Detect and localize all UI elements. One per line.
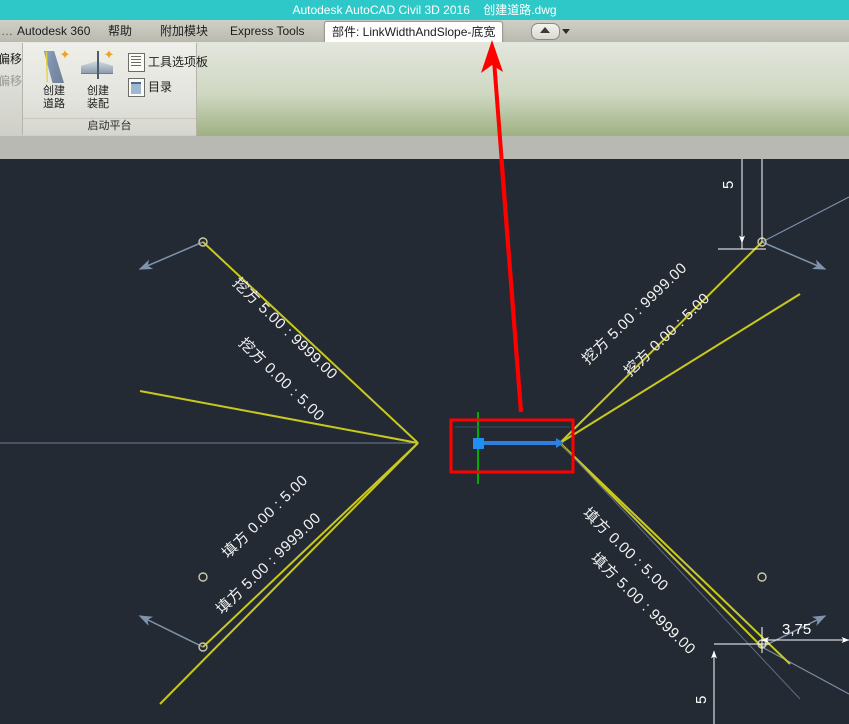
ribbon-minimize-icon[interactable]: [531, 23, 560, 40]
create-corridor-label: 创建 道路: [43, 85, 65, 110]
menu-item-addins[interactable]: 附加模块: [160, 20, 208, 42]
star-badge-icon: ✦: [103, 47, 115, 62]
ribbon-empty-area: [196, 42, 849, 137]
create-corridor-button[interactable]: ✦ 创建 道路: [31, 47, 77, 111]
link-grip-handle[interactable]: [473, 438, 484, 449]
ray-lower-right-2: [559, 442, 801, 700]
ray-upper-right-ext: [761, 196, 849, 243]
label-fill-lower-left-inner: 填方 0.00 : 5.00: [219, 472, 311, 562]
callout-arrow-shaft: [499, 159, 523, 413]
direction-arrow-upper-right: [761, 241, 827, 270]
label-fill-lower-left-outer: 填方 5.00 : 9999.00: [213, 509, 325, 618]
subassembly-preview: 5 3,75 5 挖方 5.00 : 9999.00 挖方 0.00 : 5.0…: [0, 159, 849, 724]
menu-overflow-icon[interactable]: …: [1, 20, 13, 42]
tab-subassembly-linkwidthandslope[interactable]: 部件: LinkWidthAndSlope-底宽: [324, 21, 504, 43]
menu-tab-strip: … Autodesk 360 帮助 附加模块 Express Tools 部件:…: [0, 20, 849, 43]
create-corridor-icon: ✦: [36, 47, 72, 83]
marker-point[interactable]: [757, 572, 767, 582]
drawing-canvas[interactable]: 5 3,75 5 挖方 5.00 : 9999.00 挖方 0.00 : 5.0…: [0, 159, 849, 724]
marker-point[interactable]: [198, 572, 208, 582]
menu-item-help[interactable]: 帮助: [108, 20, 132, 42]
star-badge-icon: ✦: [59, 47, 71, 62]
ribbon-clipped-label-offset-1[interactable]: 偏移: [0, 50, 22, 67]
ribbon-panel-launch-pad: ✦ 创建 道路 ✦ 创建 装配 工具选项板 目录 启动平台: [22, 43, 208, 135]
ribbon-panel-title: 启动平台: [23, 118, 196, 134]
chevron-down-icon[interactable]: [562, 29, 570, 34]
title-bar: Autodesk AutoCAD Civil 3D 2016 创建道路.dwg: [0, 0, 849, 20]
highlight-rectangle: [449, 418, 575, 474]
ribbon-sub-strip: [0, 136, 849, 160]
ribbon-clipped-label-offset-2: 偏移: [0, 74, 23, 88]
label-cut-upper-right-outer: 挖方 5.00 : 9999.00: [579, 259, 691, 368]
catalog-icon: [128, 78, 145, 97]
create-assembly-label: 创建 装配: [87, 85, 109, 110]
slope-link-cut-upper-left-outer[interactable]: [139, 390, 419, 444]
direction-arrow-upper-left: [138, 241, 204, 270]
label-cut-upper-left-outer: 挖方 5.00 : 9999.00: [229, 275, 341, 384]
menu-item-express-tools[interactable]: Express Tools: [230, 20, 304, 42]
create-assembly-icon: ✦: [80, 47, 116, 83]
dimension-top-right: 5: [720, 181, 737, 189]
create-assembly-button[interactable]: ✦ 创建 装配: [75, 47, 121, 111]
window-title: Autodesk AutoCAD Civil 3D 2016 创建道路.dwg: [292, 3, 557, 17]
application-window: Autodesk AutoCAD Civil 3D 2016 创建道路.dwg …: [0, 0, 849, 724]
tool-palettes-label: 工具选项板: [148, 55, 209, 69]
ribbon-minimize-cap-icon: [540, 27, 550, 33]
dimension-bottom-right-vertical: 5: [693, 696, 710, 704]
ray-lower-left-stub: [139, 615, 204, 648]
dimension-bottom-right-horizontal: 3,75: [782, 621, 811, 638]
tool-palettes-icon: [128, 53, 145, 72]
menu-item-autodesk-360[interactable]: Autodesk 360: [17, 20, 90, 42]
ray-lower-right-ext: [761, 646, 849, 695]
catalog-label: 目录: [148, 80, 173, 94]
